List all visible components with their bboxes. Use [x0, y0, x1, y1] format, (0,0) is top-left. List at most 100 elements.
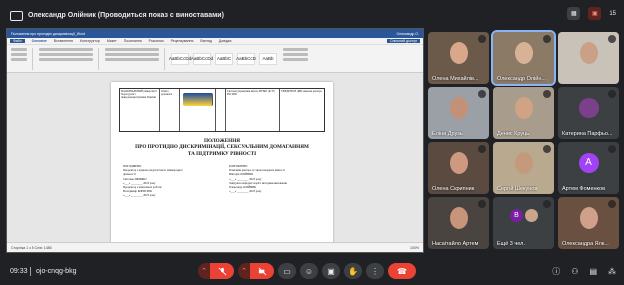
- doc-title-line: ТА ПІДТРИМКУ РІВНОСТІ: [187, 150, 257, 157]
- call-controls: ⌃ ⌃ ▭ ☺ ▣ ✋ ⋮ ☎: [198, 263, 416, 279]
- word-tab[interactable]: Файл: [10, 39, 25, 43]
- doc-line: «___» ________ 2023 року: [229, 189, 262, 194]
- info-icon[interactable]: ⓘ: [552, 266, 560, 277]
- participant-tile[interactable]: Олена Михайлів...: [428, 32, 489, 84]
- activities-icon[interactable]: ⁂: [608, 267, 616, 276]
- word-share-button[interactable]: Спільний доступ: [387, 39, 420, 43]
- word-tab[interactable]: Основне: [32, 39, 47, 43]
- divider: [30, 266, 31, 276]
- presenter-bar: Олександр Олійник (Проводиться показ с в…: [6, 7, 424, 24]
- mic-status-icon: [608, 145, 616, 153]
- participant-name: Ещё 3 чел.: [497, 241, 525, 247]
- word-user: Олександр О.: [396, 31, 419, 36]
- participant-name: Олександра Ялк...: [562, 241, 609, 247]
- raise-hand-icon[interactable]: ✋: [344, 263, 362, 279]
- participant-video: [450, 207, 468, 229]
- header-cell: Освіта допомоги: [160, 89, 180, 131]
- emoji-button[interactable]: ☺: [300, 263, 318, 279]
- camera-off-icon[interactable]: [250, 263, 274, 279]
- people-icon[interactable]: ⚇: [571, 267, 578, 276]
- participant-tile[interactable]: В Ещё 3 чел.: [493, 197, 554, 249]
- header-logo-cell: [180, 89, 216, 131]
- editing-group[interactable]: [283, 47, 313, 70]
- style-item[interactable]: AaBbCcD: [236, 52, 256, 65]
- present-button[interactable]: ▣: [322, 263, 340, 279]
- style-item[interactable]: AaBbC: [215, 52, 233, 65]
- word-tab[interactable]: Конструктор: [80, 39, 100, 43]
- avatar: А: [578, 152, 599, 173]
- header-cell: НАЦІОНАЛЬНИЙ університет біоресурсів і п…: [120, 89, 160, 131]
- participant-video: [515, 152, 533, 174]
- participant-name: Еліна Друзь: [432, 131, 463, 137]
- participant-tile[interactable]: Катерина Парфьо...: [558, 87, 619, 139]
- style-item[interactable]: AaBbCcDd: [191, 52, 213, 65]
- mic-status-icon: [543, 200, 551, 208]
- participant-tile[interactable]: Олександр Олійн...: [491, 30, 556, 86]
- participant-video: [450, 42, 468, 64]
- stop-presenting-button[interactable]: ▣: [588, 7, 602, 20]
- university-logo: [182, 93, 213, 106]
- layout-button[interactable]: ▦: [567, 7, 581, 20]
- approval-column-left: ПОГОДЖЕНО Проректор з науково-педагогічн…: [123, 164, 187, 198]
- doc-title-line: ПРО ПРОТИДІЮ ДИСКРИМІНАЦІЇ, СЕКСУАЛЬНИМ …: [135, 144, 309, 151]
- mic-status-icon: [478, 200, 486, 208]
- mic-status-icon: [478, 145, 486, 153]
- word-tab[interactable]: Вставлення: [54, 39, 73, 43]
- chat-icon[interactable]: ▤: [589, 267, 597, 276]
- word-tab[interactable]: Посилання: [124, 39, 142, 43]
- style-item[interactable]: AaBb: [259, 52, 277, 65]
- mic-off-icon[interactable]: [210, 263, 234, 279]
- clock: 09:33: [10, 267, 28, 275]
- font-group[interactable]: [39, 47, 99, 70]
- participant-tile[interactable]: Олександра Ялк...: [558, 197, 619, 249]
- leave-call-button[interactable]: ☎: [388, 263, 416, 279]
- participant-name: Сергій Шекунов: [497, 186, 538, 192]
- camera-control: ⌃: [238, 263, 274, 279]
- document-area: НАЦІОНАЛЬНИЙ університет біоресурсів і п…: [7, 74, 423, 252]
- zoom-level[interactable]: 100%: [410, 246, 419, 250]
- word-titlebar: Положення про протидію дискримінації_Wor…: [7, 29, 423, 38]
- styles-gallery[interactable]: AaBbCcDd AaBbCcDd AaBbC AaBbCcD AaBb: [169, 52, 277, 65]
- meeting-code: ojo-cnqg-bkg: [36, 267, 77, 275]
- mic-options-button[interactable]: ⌃: [198, 263, 210, 279]
- status-left: Сторінка 1 з 5 Слів: 1486: [11, 245, 52, 250]
- avatar: В: [510, 209, 523, 222]
- participant-name: Артем Фоменков: [562, 186, 605, 192]
- word-ribbon: AaBbCcDd AaBbCcDd AaBbC AaBbCcD AaBb: [7, 45, 423, 73]
- participant-tile[interactable]: Олена Скрипник: [428, 142, 489, 194]
- present-screen-icon: [10, 10, 23, 21]
- participant-video: [515, 42, 533, 64]
- captions-button[interactable]: ▭: [278, 263, 296, 279]
- participant-tile[interactable]: Насаітайло Артем: [428, 197, 489, 249]
- word-tab[interactable]: Розсилки: [149, 39, 164, 43]
- style-item[interactable]: AaBbCcDd: [169, 52, 191, 65]
- header-cell: УВЕДЕНО В ДІЮ наказом ректора: [281, 90, 322, 93]
- word-tab[interactable]: Вигляд: [200, 39, 211, 43]
- paragraph-group[interactable]: [105, 47, 165, 70]
- participant-video: [580, 42, 598, 64]
- participant-tile[interactable]: Еліна Друзь: [428, 87, 489, 139]
- participant-tile[interactable]: Сергій Шекунов: [493, 142, 554, 194]
- presenter-label: Олександр Олійник (Проводиться показ с в…: [28, 12, 224, 19]
- participant-name: Катерина Парфьо...: [562, 131, 613, 137]
- participant-video: [450, 97, 468, 119]
- clipboard-group[interactable]: [11, 47, 33, 70]
- document-page[interactable]: НАЦІОНАЛЬНИЙ університет біоресурсів і п…: [111, 82, 333, 252]
- mic-status-icon: [543, 145, 551, 153]
- camera-options-button[interactable]: ⌃: [238, 263, 250, 279]
- approval-column-right: РОЗРОБЛЕНО Помічник ректора зі справ ґен…: [229, 164, 293, 193]
- word-tabs: Файл Основне Вставлення Конструктор Маке…: [7, 38, 423, 45]
- word-tab[interactable]: Рецензування: [171, 39, 194, 43]
- participant-tile[interactable]: А Артем Фоменков: [558, 142, 619, 194]
- word-tab[interactable]: Макет: [107, 39, 117, 43]
- participant-video: [450, 152, 468, 174]
- participant-tile[interactable]: Денис Круць: [493, 87, 554, 139]
- shared-screen-word: Положення про протидію дискримінації_Wor…: [6, 28, 424, 253]
- doc-line: «___» ________ 2023 року: [123, 193, 156, 198]
- word-tab[interactable]: Довідка: [219, 39, 232, 43]
- participant-name: Насаітайло Артем: [432, 241, 479, 247]
- participant-tile[interactable]: [558, 32, 619, 84]
- mic-status-icon: [608, 35, 616, 43]
- meet-window: Олександр Олійник (Проводиться показ с в…: [0, 0, 624, 285]
- more-options-icon[interactable]: ⋮: [366, 263, 384, 279]
